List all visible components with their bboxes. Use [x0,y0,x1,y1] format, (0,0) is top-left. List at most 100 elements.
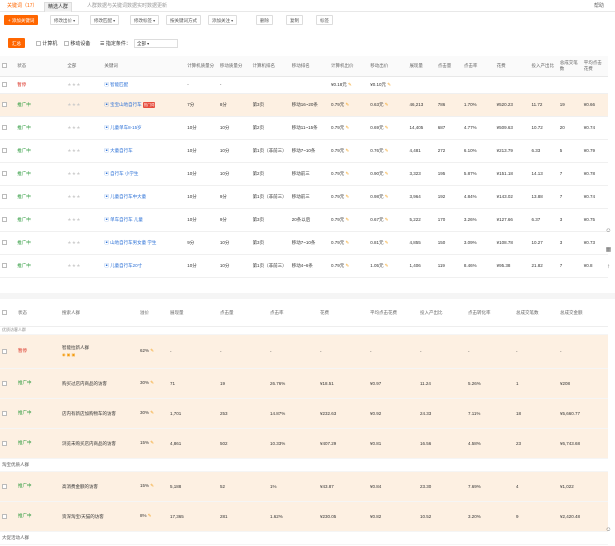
edit-icon[interactable]: ✎ [346,148,350,153]
col2-clicks[interactable]: 点击量 [218,300,268,327]
col-mobile-quality[interactable]: 移动质量分 [217,56,251,77]
keyword-text[interactable]: 儿童自行车20寸 [110,263,142,268]
row-checkbox[interactable] [2,410,7,416]
status-text[interactable]: 推广中 [15,116,66,140]
table-row[interactable]: 推广中 ★★★ ▣ 儿童自行车20寸 10分 10分 第1页（非前三） 移动4~6条 0.79… [0,254,608,278]
status-text[interactable]: 推广中 [15,254,66,278]
status-text[interactable]: 推广中 [15,139,66,163]
qr-code-icon[interactable]: ▦ [605,246,612,253]
status-text[interactable]: 推广中 [15,185,66,209]
keyword-text[interactable]: 儿童自行车中大童 [110,194,146,199]
col-cost[interactable]: 花费 [494,56,530,77]
table-row[interactable]: 推广中 ★★★ ▣ 山地自行车男女童 学生 9分 10分 第3页 移动7~10条 0.79元 … [0,231,608,255]
col2-premium[interactable]: 溢价 [138,300,168,327]
col2-avg-cost[interactable]: 平均点击花费 [368,300,418,327]
col2-status[interactable]: 状态 [16,300,60,327]
row-checkbox[interactable] [2,240,7,246]
mobile-checkbox[interactable] [64,41,69,47]
star-rating-icon[interactable]: ★★★ [67,217,81,222]
row-checkbox[interactable] [2,217,7,223]
row-checkbox[interactable] [2,440,7,446]
status-text[interactable]: 推广中 [16,428,60,459]
edit-icon[interactable]: ✎ [385,263,389,268]
mobile-toggle[interactable]: 移动设备 [64,40,90,47]
col-pc-quality[interactable]: 计算机质量分 [185,56,218,77]
table-row[interactable]: 推广中 ★★★ ▣ 大童自行车 10分 10分 第1页（非前三） 移动7~10条 0.79元 … [0,139,608,163]
row-checkbox[interactable] [2,483,7,489]
col-mobile-bid[interactable]: 移动出价 [368,56,408,77]
add-keyword-button[interactable]: + 添加关键词 [4,15,39,25]
col-status[interactable]: 状态 [15,56,66,77]
status-text[interactable]: 推广中 [15,162,66,186]
col-orders[interactable]: 总成交笔数 [557,56,582,77]
col2-cost[interactable]: 花费 [318,300,368,327]
table-row[interactable]: 推广中 资深淘宝/天猫的访客 8% ✎ 17,365 281 1.62% ¥230.05 ¥0… [0,501,608,532]
table-row[interactable]: 推广中 高消费金额的访客 15% ✎ 5,188 52 1% ¥43.87 ¥0.84 23.3… [0,471,608,502]
star-rating-icon[interactable]: ★★★ [67,102,81,107]
col-keyword[interactable]: 关键词 [102,56,186,77]
col-mobile-rank[interactable]: 移动排名 [289,56,329,77]
edit-icon[interactable]: ✎ [387,82,391,87]
star-rating-icon[interactable]: ★★★ [67,171,81,176]
status-text[interactable]: 推广中 [16,398,60,429]
star-rating-icon[interactable]: ★★★ [67,194,81,199]
row-checkbox[interactable] [2,125,7,131]
keyword-text[interactable]: 儿童单车8-15岁 [110,125,142,130]
add-follow-dropdown[interactable]: 添加关注 [208,15,238,25]
table-row[interactable]: 推广中 店内有新店加购物车的访客 30% ✎ 1,701 253 14.87% ¥232.6… [0,398,608,429]
status-text[interactable]: 推广中 [15,231,66,255]
col2-amount[interactable]: 总成交金额 [558,300,608,327]
tag-button[interactable]: 标签 [316,15,333,25]
edit-icon[interactable]: ✎ [348,82,352,87]
edit-icon[interactable]: ✎ [385,171,389,176]
keyword-text[interactable]: 智能匹配 [110,82,128,87]
star-rating-icon[interactable]: ★★★ [67,263,81,268]
status-text[interactable]: 推广中 [15,208,66,232]
star-rating-icon[interactable]: ★★★ [67,240,81,245]
status-text[interactable]: 暂停 [15,76,66,94]
status-text[interactable]: 推广中 [16,368,60,399]
col2-orders[interactable]: 总成交笔数 [514,300,558,327]
edit-icon[interactable]: ✎ [150,380,154,385]
table-row[interactable]: 推广中 ★★★ ▣ 儿童单车8-15岁 10分 10分 第2页 移动11~15条 0.79元 … [0,116,608,140]
keyword-text[interactable]: 大童自行车 [110,148,133,153]
status-text[interactable]: 推广中 [16,501,60,532]
col2-cvr[interactable]: 点击转化率 [466,300,514,327]
row-checkbox[interactable] [2,194,7,200]
col-impressions[interactable]: 展现量 [407,56,436,77]
edit-icon[interactable]: ✎ [385,194,389,199]
delete-button[interactable]: 删除 [256,15,273,25]
help-link[interactable]: 帮助 [591,2,607,12]
keyword-text[interactable]: 单车自行车 儿童 [110,217,143,222]
status-text[interactable]: 推广中 [16,471,60,502]
row-checkbox[interactable] [2,380,7,386]
keyword-cell[interactable]: ▣ 儿童自行车中大童 [102,185,186,209]
row-checkbox[interactable] [2,148,7,154]
edit-icon[interactable]: ✎ [346,263,350,268]
edit-icon[interactable]: ✎ [346,171,350,176]
table-row[interactable]: 推广中 ★★★ ▣ 自行车 小学生 10分 10分 第2页 移动前三 0.79元 ✎ 0.90元… [0,162,608,186]
col2-impressions[interactable]: 展现量 [168,300,218,327]
row-checkbox[interactable] [2,513,7,519]
keyword-cell[interactable]: ▣ 自行车 小学生 [102,162,186,186]
status-text[interactable]: 推广中 [15,93,66,117]
edit-icon[interactable]: ✎ [150,348,154,353]
select-all-checkbox[interactable] [2,63,7,69]
sort-by-keyword-button[interactable]: 按关键词方式 [166,15,201,25]
table-row[interactable]: 推广中 ★★★ ▣ 儿童自行车中大童 10分 9分 第1页（非前三） 移动前三 0.79元 ✎… [0,185,608,209]
col-roi[interactable]: 投入产出比 [529,56,558,77]
keyword-text[interactable]: 宝宝山地自行车 [110,102,142,107]
edit-icon[interactable]: ✎ [385,125,389,130]
table-row[interactable]: 推广中 ★★★ ▣ 宝宝山地自行车 热门词 7分 8分 第3页 移动16~20条 0.79元 … [0,93,608,117]
computer-toggle[interactable]: 计算机 [36,40,57,47]
edit-icon[interactable]: ✎ [385,148,389,153]
star-rating-icon[interactable]: ★★★ [67,82,81,87]
user-service-icon[interactable]: ☺ [605,228,612,235]
row-checkbox[interactable] [2,102,7,108]
back-top-icon[interactable]: ↑ [605,264,612,271]
row-checkbox[interactable] [2,263,7,269]
tab-audience[interactable]: 精选人群 [44,2,73,12]
keyword-text[interactable]: 自行车 小学生 [110,171,138,176]
edit-icon[interactable]: ✎ [150,483,154,488]
col2-audience[interactable]: 搜索人群 [60,300,138,327]
